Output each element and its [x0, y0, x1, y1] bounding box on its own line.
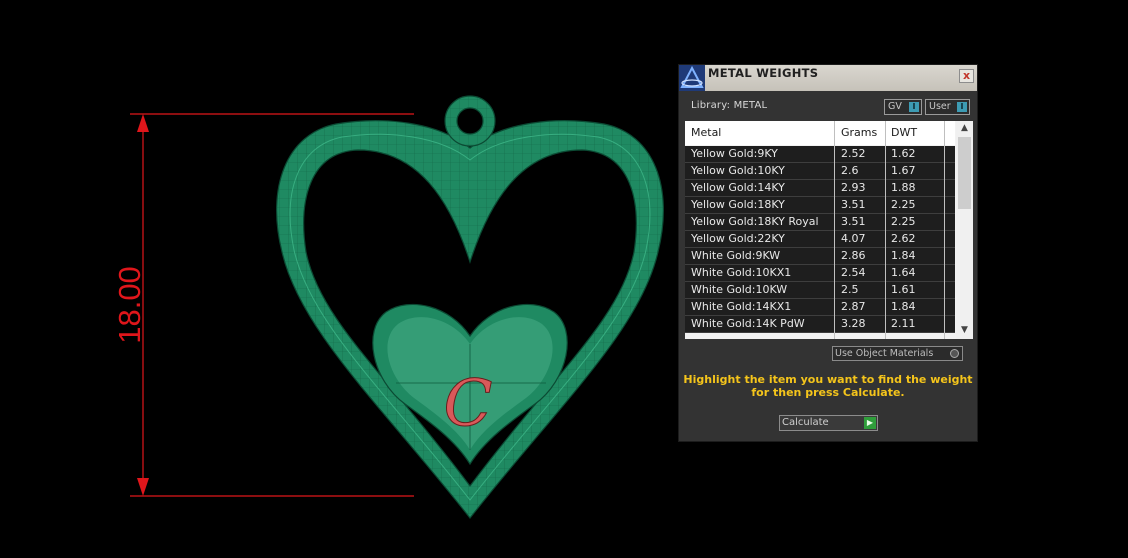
table-row[interactable]: Yellow Gold:18KY Royal 3.51 2.25: [685, 214, 955, 231]
table-row[interactable]: Yellow Gold:10KY 2.6 1.67: [685, 163, 955, 180]
cell-dwt: 1.84: [891, 300, 916, 313]
cell-metal: Yellow Gold:9KY: [691, 147, 778, 160]
instruction-text: Highlight the item you want to find the …: [679, 373, 977, 399]
user-library-toggle[interactable]: User I: [925, 99, 970, 115]
table-body: Yellow Gold:9KY 2.52 1.62 Yellow Gold:10KY 2…: [685, 146, 955, 333]
instruction-line-1: Highlight the item you want to find the …: [683, 373, 973, 386]
column-header-dwt[interactable]: DWT: [891, 126, 917, 139]
close-button[interactable]: x: [959, 69, 974, 83]
table-row[interactable]: White Gold:14KX1 2.87 1.84: [685, 299, 955, 316]
cell-dwt: 1.67: [891, 164, 916, 177]
metal-weights-table: Metal Grams DWT Yellow Gold:9KY 2.52 1.62 Y…: [685, 121, 973, 339]
library-label: Library: METAL: [691, 100, 768, 111]
cell-dwt: 1.84: [891, 249, 916, 262]
scroll-up-icon[interactable]: ▲: [959, 123, 970, 134]
table-row[interactable]: Yellow Gold:9KY 2.52 1.62: [685, 146, 955, 163]
cell-dwt: 2.11: [891, 317, 916, 330]
table-row[interactable]: White Gold:14K PdW 3.28 2.11: [685, 316, 955, 333]
heart-pendant-model[interactable]: 18.00 C: [0, 0, 670, 554]
column-divider: [944, 121, 945, 339]
cell-metal: White Gold:9KW: [691, 249, 781, 262]
cell-dwt: 1.64: [891, 266, 916, 279]
calculate-label: Calculate: [782, 417, 829, 428]
column-divider: [834, 121, 835, 339]
cell-dwt: 2.25: [891, 198, 916, 211]
gv-library-toggle[interactable]: GV I: [884, 99, 922, 115]
cell-metal: Yellow Gold:14KY: [691, 181, 785, 194]
cell-grams: 3.28: [841, 317, 866, 330]
3d-viewport[interactable]: 18.00 C: [0, 0, 670, 554]
cell-dwt: 2.25: [891, 215, 916, 228]
cell-metal: White Gold:14KX1: [691, 300, 792, 313]
cell-grams: 2.6: [841, 164, 859, 177]
cell-dwt: 1.62: [891, 147, 916, 160]
cell-metal: Yellow Gold:22KY: [691, 232, 785, 245]
app-logo-icon: [679, 65, 705, 91]
column-header-metal[interactable]: Metal: [691, 126, 721, 139]
initial-letter: C: [444, 367, 493, 441]
calculate-button[interactable]: Calculate ▶: [779, 415, 878, 431]
metal-weights-panel: METAL WEIGHTS x Library: METAL GV I User…: [678, 64, 978, 442]
table-header: Metal Grams DWT: [685, 121, 955, 145]
use-object-materials-option[interactable]: Use Object Materials: [832, 346, 963, 361]
cell-grams: 2.54: [841, 266, 866, 279]
scroll-down-icon[interactable]: ▼: [959, 325, 970, 336]
cell-grams: 4.07: [841, 232, 866, 245]
use-object-materials-label: Use Object Materials: [835, 348, 934, 359]
bail-ring: [444, 95, 496, 147]
table-row[interactable]: White Gold:10KX1 2.54 1.64: [685, 265, 955, 282]
gv-toggle-label: GV: [888, 101, 902, 112]
table-row[interactable]: Yellow Gold:22KY 4.07 2.62: [685, 231, 955, 248]
cell-grams: 2.5: [841, 283, 859, 296]
cell-metal: Yellow Gold:10KY: [691, 164, 785, 177]
table-row[interactable]: White Gold:9KW 2.86 1.84: [685, 248, 955, 265]
cell-grams: 3.51: [841, 198, 866, 211]
table-row[interactable]: Yellow Gold:14KY 2.93 1.88: [685, 180, 955, 197]
cell-dwt: 1.88: [891, 181, 916, 194]
dimension-indicator: [130, 113, 414, 497]
radio-icon[interactable]: [950, 349, 959, 358]
instruction-line-2: for then press Calculate.: [751, 386, 905, 399]
column-divider: [885, 121, 886, 339]
table-row[interactable]: White Gold:10KW 2.5 1.61: [685, 282, 955, 299]
panel-titlebar[interactable]: METAL WEIGHTS x: [679, 65, 977, 91]
table-scrollbar[interactable]: ▲ ▼: [956, 121, 973, 339]
cell-metal: White Gold:14K PdW: [691, 317, 805, 330]
cell-grams: 2.87: [841, 300, 866, 313]
cell-dwt: 2.62: [891, 232, 916, 245]
cell-grams: 2.86: [841, 249, 866, 262]
gv-toggle-indicator: I: [909, 102, 919, 112]
cell-grams: 2.93: [841, 181, 866, 194]
user-toggle-label: User: [929, 101, 951, 112]
cell-metal: White Gold:10KX1: [691, 266, 792, 279]
table-row[interactable]: Yellow Gold:18KY 3.51 2.25: [685, 197, 955, 214]
cell-metal: White Gold:10KW: [691, 283, 788, 296]
cell-grams: 3.51: [841, 215, 866, 228]
scrollbar-thumb[interactable]: [958, 137, 971, 209]
play-arrow-icon: ▶: [864, 417, 876, 429]
user-toggle-indicator: I: [957, 102, 967, 112]
cell-metal: Yellow Gold:18KY Royal: [691, 215, 819, 228]
panel-title: METAL WEIGHTS: [708, 66, 819, 80]
cell-grams: 2.52: [841, 147, 866, 160]
cell-metal: Yellow Gold:18KY: [691, 198, 785, 211]
column-header-grams[interactable]: Grams: [841, 126, 877, 139]
cell-dwt: 1.61: [891, 283, 916, 296]
dimension-value: 18.00: [112, 266, 147, 344]
